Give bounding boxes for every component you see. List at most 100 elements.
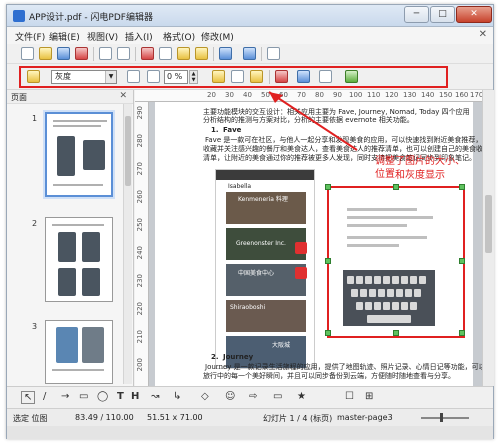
keyboard-key [383,276,390,284]
chevron-down-icon[interactable]: ▼ [105,71,116,83]
symbol-shapes-icon[interactable]: ☺ [225,391,235,402]
resize-handle-bottom-right[interactable] [459,330,465,336]
points-icon[interactable]: ☐ [345,391,354,402]
export-pdf-icon[interactable] [99,47,112,60]
thumb-text [53,120,107,122]
ruler-tick: 270 [136,162,144,176]
copy-icon[interactable] [159,47,172,60]
connector-icon[interactable]: ↳ [173,391,181,402]
transparency-input[interactable]: 0 % [164,70,188,84]
paste-icon[interactable] [177,47,190,60]
transparency-icon[interactable] [147,70,160,83]
minimize-button[interactable]: ─ [404,6,429,23]
menu-file[interactable]: 文件(F) [15,30,45,43]
arrange-icon[interactable] [345,70,358,83]
flowchart-icon[interactable]: ▭ [273,391,282,402]
transparency-stepper[interactable]: ▲ ▼ [189,70,198,84]
resize-handle-top-right[interactable] [459,184,465,190]
zoom-icon[interactable] [267,47,280,60]
restaurant-card: Greenonster Inc. [226,228,306,260]
resize-handle-right[interactable] [459,258,465,264]
rectangle-icon[interactable]: ▭ [79,391,88,402]
print-icon[interactable] [117,47,130,60]
select-arrow-icon[interactable]: ↖ [21,391,36,404]
resize-handle-bottom[interactable] [393,330,399,336]
open-folder-icon[interactable] [39,47,52,60]
keyboard-key [347,276,354,284]
page-thumbnail-2[interactable] [45,217,113,302]
selected-image[interactable] [325,184,465,338]
menu-edit[interactable]: 编辑(E) [49,30,80,43]
undo-icon[interactable] [219,47,232,60]
card-title: 大阪城 [272,342,291,349]
menu-modify[interactable]: 修改(M) [201,30,234,43]
ruler-tick: 230 [136,274,144,288]
save-icon[interactable] [57,47,70,60]
line-icon[interactable]: / [43,391,46,402]
scrollbar-thumb[interactable] [125,116,131,186]
page-thumbnail-3[interactable] [45,320,113,384]
document-canvas[interactable]: 主要功能模块的交互设计：相关应用主要为 Fave, Journey, Nomad… [149,102,482,386]
maximize-button[interactable]: □ [430,6,455,23]
resize-handle-top[interactable] [393,184,399,190]
image-settings-icon[interactable] [127,70,140,83]
redo-icon[interactable] [243,47,256,60]
color-adjust-icon[interactable] [212,70,225,83]
phone-status-bar [216,170,314,180]
resize-handle-left[interactable] [325,258,331,264]
filter-icon[interactable] [27,70,40,83]
panel-close-icon[interactable]: ✕ [119,91,127,101]
image-insert-icon[interactable]: ⊞ [365,391,373,402]
menu-view[interactable]: 视图(V) [87,30,118,43]
graphics-mode-select[interactable]: 灰度 ▼ [51,70,117,84]
document-close-icon[interactable]: ✕ [479,29,487,40]
resize-handle-top-left[interactable] [325,184,331,190]
keyboard-key [365,302,372,310]
vertical-text-icon[interactable]: H [131,391,139,402]
paragraph-text: 收藏并关注感兴趣的餐厅和美食达人，查看美食达人的推荐清单，也可以创建自己的美食收… [203,145,482,153]
block-arrows-icon[interactable]: ⇨ [249,391,257,402]
section-number: 1. [211,126,219,134]
keyboard-key [405,289,412,297]
ruler-tick: 150 [439,91,453,99]
keyboard-spacebar [367,315,411,323]
menu-format[interactable]: 格式(O) [163,30,195,43]
paragraph-text: 旅行中的每一个美好瞬间，并且可以同步备份到云端，方便随时随地查看与分享。 [203,372,455,380]
wrap-icon[interactable] [297,70,310,83]
ruler-tick: 140 [421,91,435,99]
document-scrollbar[interactable] [482,90,494,386]
zoom-slider[interactable] [421,417,469,419]
align-icon[interactable] [319,70,332,83]
image-frame-icon[interactable] [250,70,263,83]
thumb-image [58,232,76,262]
ellipse-icon[interactable]: ◯ [97,391,108,402]
zoom-slider-handle[interactable] [440,413,443,422]
pages-panel-title: 页面 [11,93,27,102]
page-thumbnail-1[interactable] [45,112,113,197]
document-page[interactable]: 主要功能模块的交互设计：相关应用主要为 Fave, Journey, Nomad… [155,102,482,386]
resize-handle-bottom-left[interactable] [325,330,331,336]
pages-panel-scrollbar[interactable] [123,104,132,384]
text-tool-icon[interactable]: T [117,391,124,402]
curve-icon[interactable]: ↝ [151,391,159,402]
size-readout: 51.51 x 71.00 [147,413,203,422]
ruler-tick: 280 [136,134,144,148]
keyboard-key [365,276,372,284]
keyboard-image [343,270,435,326]
shadow-icon[interactable] [275,70,288,83]
app-icon [13,10,25,22]
scrollbar-thumb[interactable] [485,195,492,253]
menu-insert[interactable]: 插入(I) [125,30,153,43]
format-paintbrush-icon[interactable] [195,47,208,60]
cut-icon[interactable] [141,47,154,60]
stars-icon[interactable]: ★ [297,391,306,402]
thumb-image [82,232,100,262]
close-button[interactable]: ✕ [456,6,492,23]
new-document-icon[interactable] [21,47,34,60]
basic-shapes-icon[interactable]: ◇ [201,391,209,402]
chat-bubble [347,224,407,227]
edit-document-icon[interactable] [75,47,88,60]
keyboard-key [410,302,417,310]
crop-icon[interactable] [231,70,244,83]
arrow-line-icon[interactable]: → [61,391,69,402]
